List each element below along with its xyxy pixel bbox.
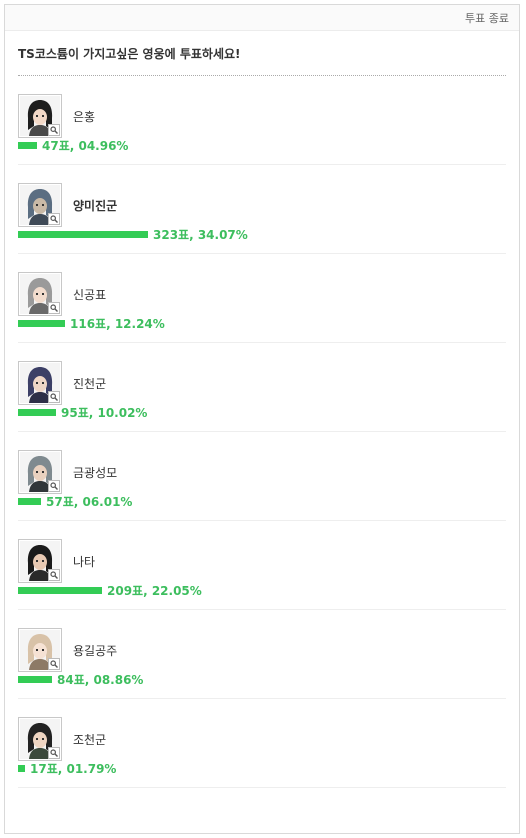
vote-count-text: 209표, 22.05% bbox=[107, 583, 202, 598]
vote-result: 323표, 34.07% bbox=[18, 226, 248, 242]
hero-avatar[interactable] bbox=[18, 94, 62, 138]
poll-option-7: 용길공주 84표, 08.86% bbox=[18, 610, 506, 699]
poll-option-5: 금광성모 57표, 06.01% bbox=[18, 432, 506, 521]
hero-avatar[interactable] bbox=[18, 539, 62, 583]
hero-name: 용길공주 bbox=[73, 644, 118, 658]
vote-count-text: 323표, 34.07% bbox=[153, 227, 248, 242]
hero-avatar[interactable] bbox=[18, 450, 62, 494]
vote-bar bbox=[18, 319, 65, 327]
poll-options-list: 은홍 47표, 04.96% 양미진군 323표, 34.07% 신공표 116… bbox=[18, 76, 506, 788]
vote-bar bbox=[18, 408, 56, 416]
hero-name: 조천군 bbox=[73, 733, 107, 747]
vote-count-text: 116표, 12.24% bbox=[70, 316, 165, 331]
poll-content: TS코스튬이 가지고싶은 영웅에 투표하세요! 은홍 47표, 04.96% 양… bbox=[5, 46, 519, 788]
vote-count-text: 57표, 06.01% bbox=[46, 494, 133, 509]
poll-option-1: 은홍 47표, 04.96% bbox=[18, 76, 506, 165]
vote-count-text: 17표, 01.79% bbox=[30, 761, 117, 776]
poll-option-3: 신공표 116표, 12.24% bbox=[18, 254, 506, 343]
vote-result: 57표, 06.01% bbox=[18, 493, 132, 509]
hero-name: 금광성모 bbox=[73, 466, 118, 480]
hero-name: 나타 bbox=[73, 555, 96, 569]
magnifier-icon[interactable] bbox=[48, 480, 60, 492]
hero-name: 은홍 bbox=[73, 110, 96, 124]
magnifier-icon[interactable] bbox=[48, 124, 60, 136]
vote-count-text: 84표, 08.86% bbox=[57, 672, 144, 687]
hero-avatar[interactable] bbox=[18, 628, 62, 672]
hero-avatar[interactable] bbox=[18, 272, 62, 316]
poll-option-6: 나타 209표, 22.05% bbox=[18, 521, 506, 610]
hero-name: 신공표 bbox=[73, 288, 107, 302]
poll-question: TS코스튬이 가지고싶은 영웅에 투표하세요! bbox=[18, 46, 506, 76]
magnifier-icon[interactable] bbox=[48, 747, 60, 759]
poll-status-label: 투표 종료 bbox=[465, 11, 509, 25]
poll-option-4: 진천군 95표, 10.02% bbox=[18, 343, 506, 432]
vote-result: 116표, 12.24% bbox=[18, 315, 165, 331]
vote-result: 47표, 04.96% bbox=[18, 137, 128, 153]
vote-result: 95표, 10.02% bbox=[18, 404, 147, 420]
vote-bar bbox=[18, 230, 148, 238]
vote-result: 209표, 22.05% bbox=[18, 582, 202, 598]
hero-avatar[interactable] bbox=[18, 361, 62, 405]
hero-avatar[interactable] bbox=[18, 183, 62, 227]
vote-count-text: 47표, 04.96% bbox=[42, 138, 129, 153]
vote-result: 17표, 01.79% bbox=[18, 760, 116, 776]
magnifier-icon[interactable] bbox=[48, 302, 60, 314]
vote-bar bbox=[18, 764, 25, 772]
vote-bar bbox=[18, 675, 52, 683]
poll-option-2: 양미진군 323표, 34.07% bbox=[18, 165, 506, 254]
vote-bar bbox=[18, 497, 41, 505]
magnifier-icon[interactable] bbox=[48, 213, 60, 225]
hero-name: 진천군 bbox=[73, 377, 107, 391]
vote-bar bbox=[18, 586, 102, 594]
magnifier-icon[interactable] bbox=[48, 391, 60, 403]
magnifier-icon[interactable] bbox=[48, 658, 60, 670]
vote-count-text: 95표, 10.02% bbox=[61, 405, 148, 420]
hero-name: 양미진군 bbox=[73, 199, 118, 213]
poll-panel: 투표 종료 TS코스튬이 가지고싶은 영웅에 투표하세요! 은홍 47표, 04… bbox=[4, 4, 520, 834]
poll-header: 투표 종료 bbox=[5, 5, 519, 31]
vote-bar bbox=[18, 141, 37, 149]
poll-option-8: 조천군 17표, 01.79% bbox=[18, 699, 506, 788]
magnifier-icon[interactable] bbox=[48, 569, 60, 581]
hero-avatar[interactable] bbox=[18, 717, 62, 761]
vote-result: 84표, 08.86% bbox=[18, 671, 143, 687]
